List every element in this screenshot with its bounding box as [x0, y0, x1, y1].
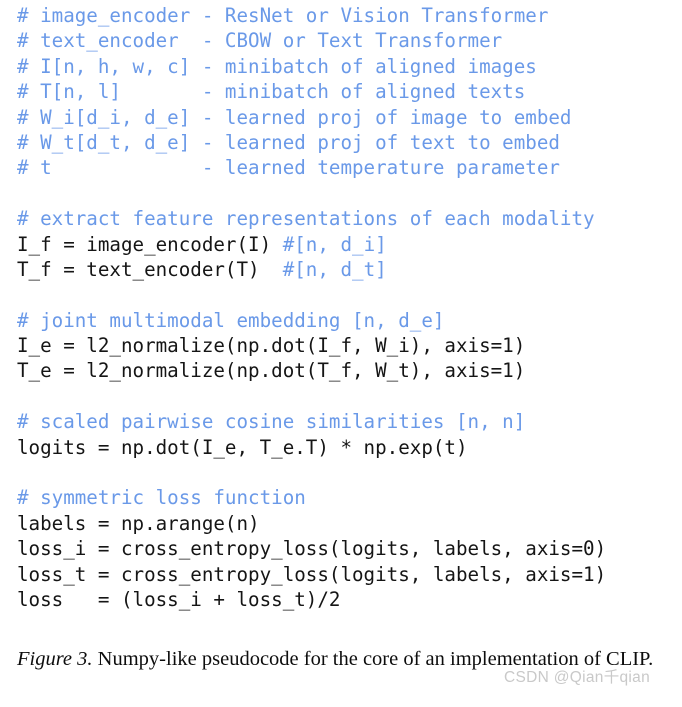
- code-comment: #[n, d_t]: [282, 257, 387, 281]
- code-text: T_e = l2_normalize(np.dot(T_f, W_t), axi…: [17, 359, 526, 383]
- code-line: # extract feature representations of eac…: [17, 206, 682, 231]
- code-comment: # W_t[d_t, d_e] - learned proj of text t…: [17, 130, 560, 154]
- code-line: # symmetric loss function: [17, 485, 682, 510]
- code-text: I_f = image_encoder(I): [17, 232, 283, 256]
- code-text: logits = np.dot(I_e, T_e.T) * np.exp(t): [17, 435, 468, 459]
- code-text: loss_t = cross_entropy_loss(logits, labe…: [17, 562, 607, 586]
- figure-root: # image_encoder - ResNet or Vision Trans…: [0, 0, 682, 707]
- code-text: I_e = l2_normalize(np.dot(I_f, W_i), axi…: [17, 334, 526, 358]
- code-comment: # joint multimodal embedding [n, d_e]: [17, 308, 445, 332]
- code-line: logits = np.dot(I_e, T_e.T) * np.exp(t): [17, 435, 682, 460]
- code-text: T_f = text_encoder(T): [17, 257, 283, 281]
- code-line: loss_t = cross_entropy_loss(logits, labe…: [17, 562, 682, 587]
- code-comment: # text_encoder - CBOW or Text Transforme…: [17, 29, 503, 53]
- code-comment: # extract feature representations of eac…: [17, 207, 595, 231]
- code-line: loss_i = cross_entropy_loss(logits, labe…: [17, 536, 682, 561]
- code-comment: #[n, d_i]: [282, 232, 387, 256]
- code-line: T_e = l2_normalize(np.dot(T_f, W_t), axi…: [17, 358, 682, 383]
- code-line: # t - learned temperature parameter: [17, 155, 682, 180]
- figure-caption-text: Numpy-like pseudocode for the core of an…: [92, 648, 654, 670]
- csdn-watermark: CSDN @Qian千qian: [504, 669, 651, 686]
- code-line: # W_t[d_t, d_e] - learned proj of text t…: [17, 130, 682, 155]
- code-line: loss = (loss_i + loss_t)/2: [17, 587, 682, 612]
- code-comment: # scaled pairwise cosine similarities [n…: [17, 410, 526, 434]
- code-line: I_e = l2_normalize(np.dot(I_f, W_i), axi…: [17, 333, 682, 358]
- code-line: # image_encoder - ResNet or Vision Trans…: [17, 3, 682, 28]
- code-line: # scaled pairwise cosine similarities [n…: [17, 409, 682, 434]
- code-comment: # W_i[d_i, d_e] - learned proj of image …: [17, 105, 572, 129]
- code-line: labels = np.arange(n): [17, 511, 682, 536]
- code-line: # I[n, h, w, c] - minibatch of aligned i…: [17, 54, 682, 79]
- code-comment: # t - learned temperature parameter: [17, 156, 560, 180]
- code-comment: # I[n, h, w, c] - minibatch of aligned i…: [17, 54, 537, 78]
- code-text: labels = np.arange(n): [17, 511, 260, 535]
- code-comment: # T[n, l] - minibatch of aligned texts: [17, 80, 526, 104]
- code-line: T_f = text_encoder(T) #[n, d_t]: [17, 257, 682, 282]
- pseudocode-block: # image_encoder - ResNet or Vision Trans…: [17, 3, 682, 612]
- code-line: I_f = image_encoder(I) #[n, d_i]: [17, 232, 682, 257]
- code-comment: # symmetric loss function: [17, 486, 306, 510]
- code-text: loss = (loss_i + loss_t)/2: [17, 587, 341, 611]
- figure-label: Figure 3.: [17, 648, 93, 670]
- code-text: loss_i = cross_entropy_loss(logits, labe…: [17, 537, 607, 561]
- code-line: # W_i[d_i, d_e] - learned proj of image …: [17, 105, 682, 130]
- code-line: # T[n, l] - minibatch of aligned texts: [17, 79, 682, 104]
- code-comment: # image_encoder - ResNet or Vision Trans…: [17, 4, 549, 27]
- code-line: # joint multimodal embedding [n, d_e]: [17, 308, 682, 333]
- code-line: # text_encoder - CBOW or Text Transforme…: [17, 28, 682, 53]
